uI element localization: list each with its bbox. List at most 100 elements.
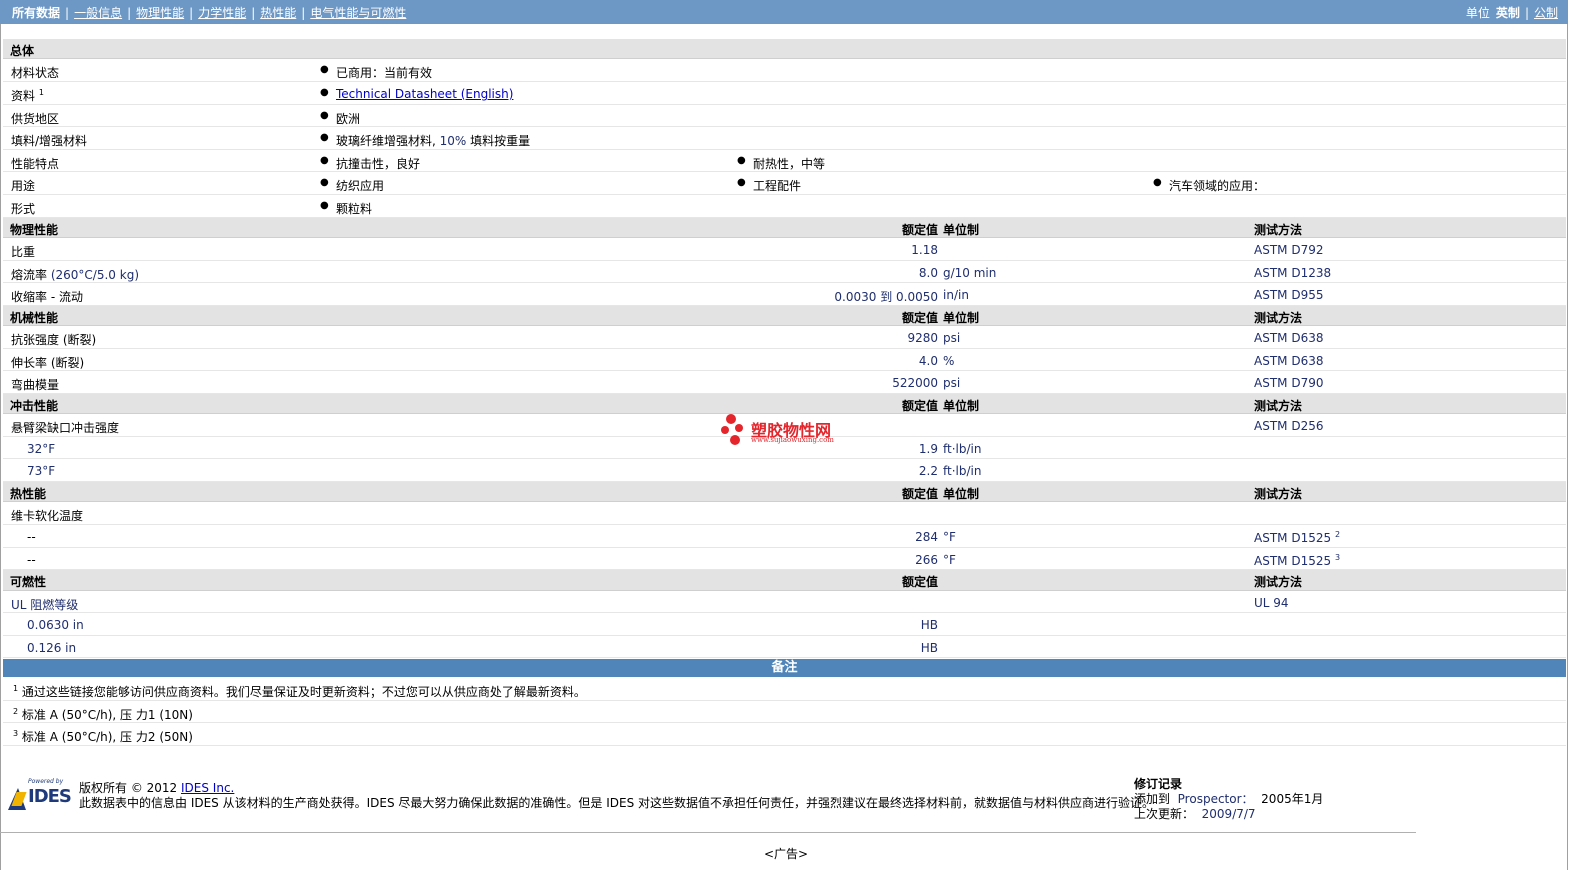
row-unit: g/10 min — [943, 265, 997, 280]
note-item: 2 标准 A (50°C/h), 压 力1 (10N) — [3, 701, 1566, 724]
row-elongation: 伸长率 (断裂) 4.0 % ASTM D638 — [3, 349, 1566, 372]
feature-item: 抗撞击性，良好 — [336, 156, 421, 171]
section-header-general: 总体 — [3, 39, 1566, 60]
tab-all-data[interactable]: 所有数据 — [12, 6, 60, 20]
last-updated: 上次更新： 2009/7/7 — [1134, 807, 1256, 821]
watermark-url: www.sujiaowuxing.com — [751, 436, 834, 444]
unit-metric[interactable]: 公制 — [1534, 6, 1558, 20]
row-unit: in/in — [943, 288, 969, 303]
tab-general-info[interactable]: 一般信息 — [74, 6, 122, 20]
disclaimer: 此数据表中的信息由 IDES 从该材料的生产商处获得。IDES 尽最大努力确保此… — [79, 796, 1155, 810]
col-test-header: 测试方法 — [1254, 310, 1303, 325]
col-test-header: 测试方法 — [1254, 575, 1303, 590]
col-nominal-header: 额定值 — [901, 575, 938, 590]
row-label: -- — [27, 530, 36, 545]
row-tensile-strength: 抗张强度 (断裂) 9280 psi ASTM D638 — [3, 326, 1566, 349]
use-item: 纺织应用 — [336, 179, 385, 194]
row-nominal: 522000 — [892, 376, 938, 391]
row-material-status: 材料状态 ● 已商用：当前有效 — [3, 59, 1566, 82]
row-documents: 资料 1 ● Technical Datasheet (English) — [3, 82, 1566, 105]
bullet-icon: ● — [320, 86, 329, 98]
row-features: 性能特点 ● 抗撞击性，良好 ● 耐热性，中等 — [3, 150, 1566, 173]
row-unit: psi — [943, 376, 961, 391]
col-test-header: 测试方法 — [1254, 487, 1303, 502]
row-unit: psi — [943, 331, 961, 346]
row-label: 悬臂梁缺口冲击强度 — [11, 421, 120, 436]
tab-thermal[interactable]: 热性能 — [260, 6, 296, 20]
section-header-flammability: 可燃性 额定值 测试方法 — [3, 570, 1566, 591]
row-label: 形式 — [11, 201, 36, 216]
notes-list: 1 通过这些链接您能够访问供应商资料。我们尽量保证及时更新资料；不过您可以从供应… — [3, 678, 1566, 746]
row-uses: 用途 ● 纺织应用 ● 工程配件 ● 汽车领域的应用： — [3, 172, 1566, 195]
note-item: 1 通过这些链接您能够访问供应商资料。我们尽量保证及时更新资料；不过您可以从供应… — [3, 678, 1566, 701]
tab-mechanical[interactable]: 力学性能 — [198, 6, 246, 20]
row-label: 伸长率 (断裂) — [11, 355, 85, 370]
row-label: 收缩率 - 流动 — [11, 290, 83, 305]
row-value: 已商用：当前有效 — [336, 66, 433, 81]
tab-electrical-flammability[interactable]: 电气性能与可燃性 — [310, 6, 406, 20]
row-nominal: 8.0 — [918, 265, 938, 280]
row-label: 抗张强度 (断裂) — [11, 333, 97, 348]
tab-physical[interactable]: 物理性能 — [136, 6, 184, 20]
row-unit: ft·lb/in — [943, 464, 982, 479]
row-test-method: ASTM D790 — [1254, 376, 1324, 391]
unit-imperial[interactable]: 英制 — [1496, 6, 1520, 20]
row-test-method: ASTM D955 — [1254, 288, 1324, 303]
row-nominal: 4.0 — [918, 353, 938, 368]
watermark-logo: 塑胶物性网 www.sujiaowuxing.com — [720, 412, 860, 448]
row-label: 比重 — [11, 244, 36, 259]
row-flexural-modulus: 弯曲模量 522000 psi ASTM D790 — [3, 371, 1566, 394]
top-nav: 所有数据 | 一般信息 | 物理性能 | 力学性能 | 热性能 | 电气性能与可燃性 单位 英制 | 公制 — [0, 0, 1568, 24]
row-label: 弯曲模量 — [11, 378, 60, 393]
ides-link[interactable]: IDES Inc. — [181, 781, 234, 795]
powered-by: Powered by — [28, 778, 64, 785]
footer-divider — [0, 832, 1416, 833]
bullet-icon: ● — [1153, 177, 1162, 189]
row-nominal: HB — [920, 618, 938, 633]
row-test-method: ASTM D638 — [1254, 331, 1324, 346]
row-region: 供货地区 ● 欧洲 — [3, 105, 1566, 128]
row-nominal: 0.0030 到 0.0050 — [834, 290, 938, 305]
bullet-icon: ● — [320, 177, 329, 189]
row-ul-rating: UL 阻燃等级 UL 94 — [3, 591, 1566, 614]
revision-title: 修订记录 — [1134, 777, 1183, 791]
row-label: 0.0630 in — [27, 618, 84, 633]
section-title: 冲击性能 — [10, 398, 59, 413]
row-nominal: 266 — [915, 552, 938, 567]
row-unit: ft·lb/in — [943, 441, 982, 456]
row-label: 熔流率 (260°C/5.0 kg) — [11, 267, 139, 282]
datasheet-table: 总体 材料状态 ● 已商用：当前有效 资料 1 ● Technical Data… — [3, 39, 1566, 659]
row-label: 0.126 in — [27, 640, 77, 655]
row-nominal: 2.2 — [918, 464, 938, 479]
row-value: 欧洲 — [336, 111, 361, 126]
row-test-method: ASTM D1525 3 — [1254, 552, 1341, 568]
row-value: 颗粒料 — [336, 201, 373, 216]
row-label: 用途 — [11, 179, 36, 194]
notes-header: 备注 — [3, 659, 1566, 677]
row-melt-flow: 熔流率 (260°C/5.0 kg) 8.0 g/10 min ASTM D12… — [3, 261, 1566, 284]
row-label: UL 阻燃等级 — [11, 597, 79, 612]
row-test-method: ASTM D638 — [1254, 353, 1324, 368]
bullet-icon: ● — [320, 199, 329, 211]
row-form: 形式 ● 颗粒料 — [3, 195, 1566, 218]
row-filler: 填料/增强材料 ● 玻璃纤维增强材料, 10% 填料按重量 — [3, 127, 1566, 150]
row-label: 73°F — [27, 464, 56, 479]
col-nominal-header: 额定值 — [901, 398, 938, 413]
col-unit-header: 单位制 — [943, 398, 980, 413]
added-to: 添加到 Prospector： 2005年1月 — [1134, 792, 1324, 806]
unit-label: 单位 — [1465, 6, 1490, 20]
section-title: 机械性能 — [10, 310, 59, 325]
section-title: 可燃性 — [10, 575, 47, 590]
row-vicat-2: -- 266 °F ASTM D1525 3 — [3, 548, 1566, 571]
ides-logo[interactable]: Powered by IDES — [6, 778, 72, 814]
row-label: 性能特点 — [11, 156, 60, 171]
technical-datasheet-link[interactable]: Technical Datasheet (English) — [336, 87, 513, 101]
row-shrinkage: 收缩率 - 流动 0.0030 到 0.0050 in/in ASTM D955 — [3, 283, 1566, 306]
section-header-mechanical: 机械性能 额定值 单位制 测试方法 — [3, 305, 1566, 327]
row-label: 填料/增强材料 — [11, 134, 88, 149]
row-test-method: ASTM D256 — [1254, 419, 1324, 434]
row-nominal: 1.18 — [911, 242, 938, 257]
col-nominal-header: 额定值 — [901, 487, 938, 502]
row-label: 供货地区 — [11, 111, 60, 126]
section-tabs: 所有数据 | 一般信息 | 物理性能 | 力学性能 | 热性能 | 电气性能与可燃性 — [12, 6, 407, 20]
